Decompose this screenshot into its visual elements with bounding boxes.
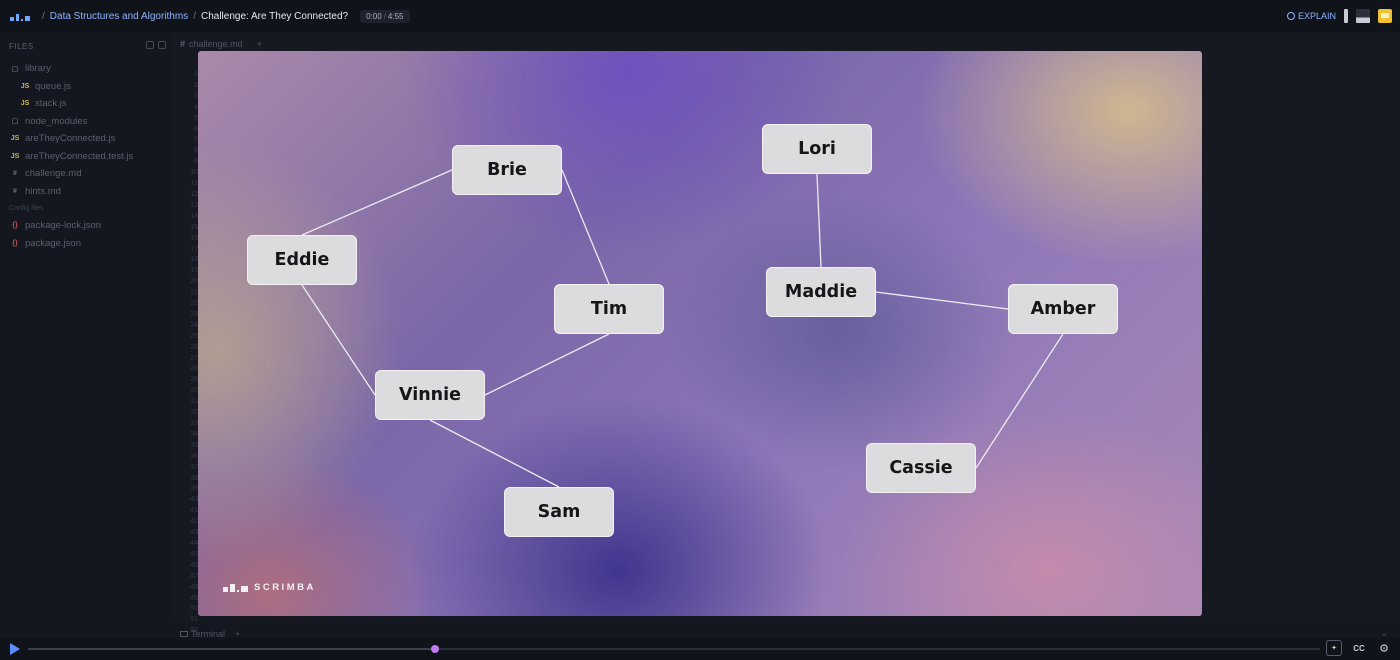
scrimba-logo-icon (223, 583, 248, 592)
file-tree-item-label: challenge.md (25, 168, 82, 180)
timer-total: 4:55 (387, 11, 404, 21)
graph-edge-amber-cassie (975, 333, 1064, 469)
graph-node-maddie: Maddie (766, 267, 876, 317)
graph-edge-eddie-brie (301, 169, 453, 236)
json-file-icon: {} (12, 239, 18, 247)
file-tree-item-label: node_modules (25, 115, 88, 127)
js-file-icon: JS (20, 100, 30, 108)
graph-node-sam: Sam (504, 487, 614, 537)
graph-edge-vinnie-sam (429, 419, 560, 488)
graph-node-amber: Amber (1008, 284, 1118, 334)
slide-graph: Brie Eddie Tim Vinnie Sam Lori Maddie Amber Cass… (198, 51, 1202, 616)
graph-edge-lori-maddie (816, 173, 822, 268)
graph-node-tim: Tim (554, 284, 664, 334)
split-layout-icon[interactable] (1356, 9, 1370, 23)
play-icon[interactable] (10, 643, 20, 655)
ai-assistant-button[interactable]: ✦ (1326, 640, 1342, 656)
folder-icon: ▢ (11, 65, 19, 73)
breadcrumb-course[interactable]: Data Structures and Algorithms (50, 11, 188, 22)
brand-wordmark: SCRIMBA (254, 582, 316, 593)
graph-edge-maddie-amber (875, 291, 1009, 310)
file-tree-item-label: areTheyConnected.test.js (25, 150, 134, 162)
config-file-tree: {} package-lock.json {} package.json (0, 217, 174, 252)
graph-node-brie: Brie (452, 145, 562, 195)
file-tree-item-label: areTheyConnected.js (25, 133, 116, 145)
new-file-icon[interactable] (146, 41, 154, 49)
file-sidebar: FILES ▢ library JS queue.js JS stack.js ▢ node_… (0, 32, 174, 622)
file-tree-item[interactable]: ▢ library (0, 60, 174, 78)
file-tree-item-label: library (25, 63, 51, 75)
explain-label: EXPLAIN (1297, 11, 1336, 21)
file-tree-item-label: package-lock.json (25, 220, 102, 232)
scrimba-brand: SCRIMBA (223, 582, 316, 593)
file-tree-item[interactable]: ▢ node_modules (0, 113, 174, 131)
file-tree-item[interactable]: JS areTheyConnected.js (0, 130, 174, 148)
settings-icon[interactable]: ⚙ (1376, 640, 1392, 656)
files-header: FILES (0, 32, 174, 60)
json-file-icon: {} (12, 222, 18, 230)
folder-icon: ▢ (11, 118, 19, 126)
markdown-file-icon: # (13, 187, 17, 195)
js-file-icon: JS (10, 152, 20, 160)
graph-edge-eddie-vinnie (301, 284, 376, 396)
add-tab-icon[interactable]: + (257, 39, 262, 49)
captions-button[interactable]: CC (1350, 640, 1368, 656)
graph-edge-brie-tim (561, 169, 610, 285)
timer-display: 0:00/4:55 (360, 9, 410, 23)
js-file-icon: JS (10, 135, 20, 143)
scrub-progress (28, 648, 435, 650)
file-tree-item[interactable]: JS queue.js (0, 78, 174, 96)
explain-icon (1286, 12, 1295, 20)
graph-edge-tim-vinnie (484, 333, 610, 396)
breadcrumb-separator: / (193, 10, 196, 22)
file-tree: ▢ library JS queue.js JS stack.js ▢ node_module… (0, 60, 174, 200)
file-tree-item-label: hints.md (25, 185, 61, 197)
file-tree-item[interactable]: {} package.json (0, 235, 174, 253)
markdown-file-icon: # (13, 170, 17, 178)
line-number-gutter: 1 2 3 4 5 6 7 8 9 10 11 12 13 14 15 16 17 18 19 20 21 22 23 24 2… (190, 71, 198, 635)
graph-node-cassie: Cassie (866, 443, 976, 493)
graph-node-eddie: Eddie (247, 235, 357, 285)
timer-current: 0:00 (366, 11, 382, 21)
file-tree-item-label: package.json (25, 237, 81, 249)
graph-node-vinnie: Vinnie (375, 370, 485, 420)
terminal-icon (180, 631, 188, 637)
new-folder-icon[interactable] (158, 41, 166, 49)
config-section-label: Config files (9, 205, 44, 212)
graph-node-lori: Lori (762, 124, 872, 174)
explain-button[interactable]: EXPLAIN (1286, 11, 1336, 21)
file-tree-item[interactable]: JS areTheyConnected.test.js (0, 148, 174, 166)
file-tree-item[interactable]: # hints.md (0, 183, 174, 201)
editor-tab[interactable]: # challenge.md + (180, 39, 262, 49)
breadcrumb-separator: / (42, 10, 45, 22)
file-tree-item-label: stack.js (35, 98, 67, 110)
scrimba-logo-icon[interactable] (10, 11, 30, 21)
scrub-handle[interactable] (430, 645, 439, 653)
markdown-file-icon: # (180, 39, 186, 49)
files-header-label: FILES (9, 41, 34, 51)
file-tree-item[interactable]: JS stack.js (0, 95, 174, 113)
breadcrumb-lesson: Challenge: Are They Connected? (200, 10, 349, 22)
js-file-icon: JS (20, 82, 30, 90)
player-bar: ✦ CC ⚙ (0, 638, 1400, 660)
file-tree-item[interactable]: # challenge.md (0, 165, 174, 183)
top-bar: / Data Structures and Algorithms / Chall… (0, 0, 1400, 32)
file-tree-item[interactable]: {} package-lock.json (0, 217, 174, 235)
layout-icon[interactable] (1344, 9, 1348, 23)
slides-icon[interactable] (1378, 9, 1392, 23)
editor-tab-label: challenge.md (189, 39, 243, 49)
file-tree-item-label: queue.js (35, 80, 71, 92)
scrub-bar[interactable] (28, 645, 1320, 653)
